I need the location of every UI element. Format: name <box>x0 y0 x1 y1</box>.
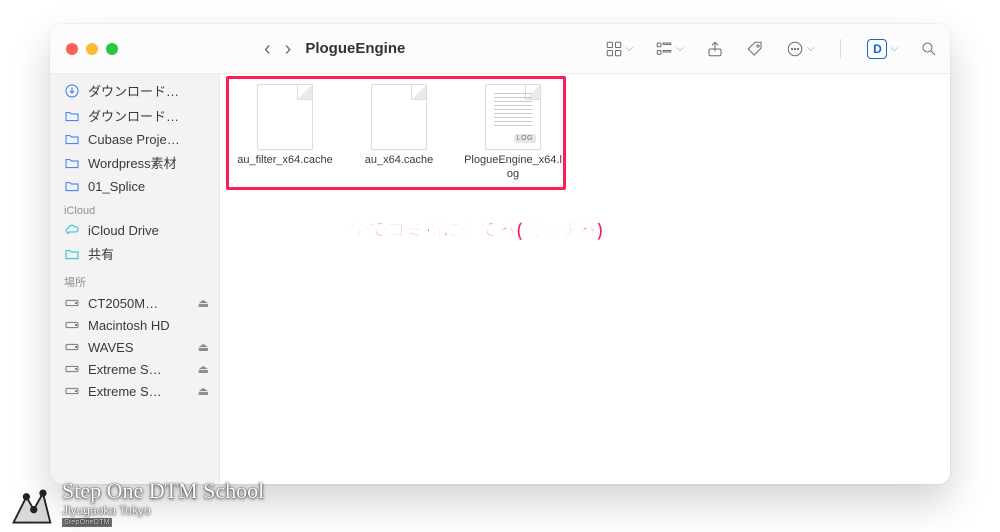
chevron-down-icon: ⌵ <box>807 43 815 54</box>
content-area: au_filter_x64.cache au_x64.cache LOG Plo… <box>220 74 950 484</box>
annotation-highlight-box <box>226 76 566 190</box>
finder-window: ‹ › PlogueEngine ⌵ ⌵ ⌵ <box>50 24 950 484</box>
search-icon <box>920 40 938 58</box>
folder-icon <box>64 108 80 124</box>
eject-icon[interactable]: ⏏ <box>198 296 209 310</box>
sidebar-item-extreme-2[interactable]: Extreme S… ⏏ <box>50 380 219 402</box>
chevron-down-icon: ⌵ <box>626 43 634 54</box>
sidebar-item-macintosh-hd[interactable]: Macintosh HD <box>50 314 219 336</box>
drive-icon <box>64 339 80 355</box>
drive-icon <box>64 295 80 311</box>
sidebar-item-label: Wordpress素材 <box>88 153 209 172</box>
d-app-icon: D <box>867 39 887 59</box>
more-actions-button[interactable]: ⌵ <box>786 40 815 58</box>
window-title: PlogueEngine <box>305 40 405 57</box>
tag-icon <box>746 40 764 58</box>
watermark-title: Step One DTM School <box>62 480 264 502</box>
sidebar-item-label: ダウンロード… <box>88 106 209 125</box>
forward-button[interactable]: › <box>285 39 292 59</box>
sidebar-item-label: Extreme S… <box>88 362 190 377</box>
search-button[interactable] <box>920 40 938 58</box>
watermark-logo-icon <box>8 485 54 527</box>
nav-arrows: ‹ › <box>264 39 291 59</box>
shared-folder-icon <box>64 246 80 262</box>
grid-icon <box>605 40 623 58</box>
sidebar-item-label: iCloud Drive <box>88 223 209 238</box>
eject-icon[interactable]: ⏏ <box>198 384 209 398</box>
sidebar-item-wordpress[interactable]: Wordpress素材 <box>50 150 219 175</box>
sidebar-item-waves[interactable]: WAVES ⏏ <box>50 336 219 358</box>
toolbar: ‹ › PlogueEngine ⌵ ⌵ ⌵ <box>50 24 950 74</box>
sidebar-item-splice[interactable]: 01_Splice <box>50 175 219 197</box>
window-body: ダウンロード… ダウンロード… Cubase Proje… Wordpress素… <box>50 74 950 484</box>
watermark-tag: StepOneDTM <box>62 518 112 527</box>
annotation-text: 全てゴミ箱に捨てる(削除する) <box>350 216 604 242</box>
sidebar-section-icloud: iCloud <box>50 197 219 219</box>
sidebar-item-label: Macintosh HD <box>88 318 209 333</box>
sidebar-item-label: WAVES <box>88 340 190 355</box>
back-button[interactable]: ‹ <box>264 39 271 59</box>
download-icon <box>64 83 80 99</box>
ellipsis-circle-icon <box>786 40 804 58</box>
folder-icon <box>64 155 80 171</box>
sidebar-item-label: ダウンロード… <box>88 81 209 100</box>
sidebar-item-label: CT2050M… <box>88 296 190 311</box>
share-icon <box>706 40 724 58</box>
close-window-button[interactable] <box>66 43 78 55</box>
toolbar-divider <box>840 39 841 59</box>
folder-icon <box>64 178 80 194</box>
tags-button[interactable] <box>746 40 764 58</box>
sidebar-section-locations: 場所 <box>50 266 219 292</box>
sidebar-item-shared[interactable]: 共有 <box>50 241 219 266</box>
toolbar-actions: ⌵ ⌵ ⌵ D ⌵ <box>605 39 938 59</box>
share-button[interactable] <box>706 40 724 58</box>
fullscreen-window-button[interactable] <box>106 43 118 55</box>
chevron-down-icon: ⌵ <box>890 43 898 54</box>
drive-icon <box>64 383 80 399</box>
view-mode-button[interactable]: ⌵ <box>605 40 634 58</box>
sidebar-item-extreme-1[interactable]: Extreme S… ⏏ <box>50 358 219 380</box>
watermark: Step One DTM School Jiyugaoka Tokyo Step… <box>8 480 264 527</box>
eject-icon[interactable]: ⏏ <box>198 340 209 354</box>
group-by-button[interactable]: ⌵ <box>655 40 684 58</box>
sidebar-item-ct2050m[interactable]: CT2050M… ⏏ <box>50 292 219 314</box>
sidebar-item-cubase[interactable]: Cubase Proje… <box>50 128 219 150</box>
chevron-down-icon: ⌵ <box>676 43 684 54</box>
sidebar: ダウンロード… ダウンロード… Cubase Proje… Wordpress素… <box>50 74 220 484</box>
sidebar-item-icloud-drive[interactable]: iCloud Drive <box>50 219 219 241</box>
drive-icon <box>64 361 80 377</box>
folder-icon <box>64 131 80 147</box>
external-app-button[interactable]: D ⌵ <box>867 39 898 59</box>
drive-icon <box>64 317 80 333</box>
sidebar-item-label: 01_Splice <box>88 179 209 194</box>
minimize-window-button[interactable] <box>86 43 98 55</box>
sidebar-item-downloads-1[interactable]: ダウンロード… <box>50 78 219 103</box>
sidebar-item-label: Extreme S… <box>88 384 190 399</box>
watermark-subtitle: Jiyugaoka Tokyo <box>62 504 264 516</box>
sidebar-item-downloads-2[interactable]: ダウンロード… <box>50 103 219 128</box>
group-icon <box>655 40 673 58</box>
eject-icon[interactable]: ⏏ <box>198 362 209 376</box>
sidebar-item-label: 共有 <box>88 244 209 263</box>
cloud-icon <box>64 222 80 238</box>
sidebar-item-label: Cubase Proje… <box>88 132 209 147</box>
window-controls <box>62 43 118 55</box>
